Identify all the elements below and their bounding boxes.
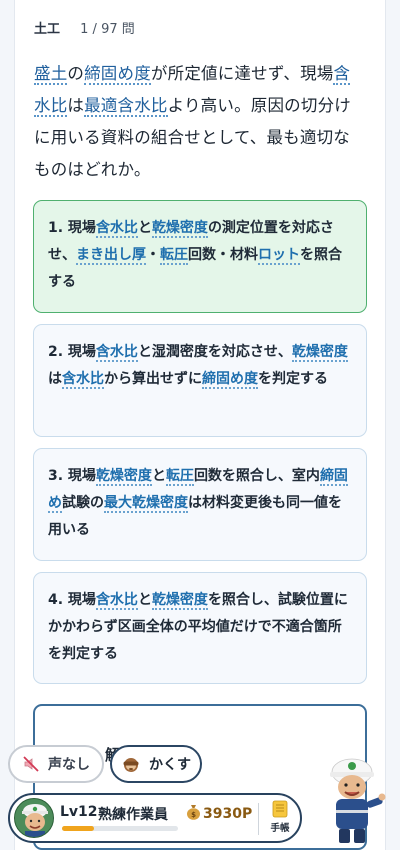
text-fragment: と <box>137 220 152 236</box>
option-2[interactable]: 2. 現場含水比と湿潤密度を対応させ、乾燥密度は含水比から算出せずに締固め度を判… <box>33 324 367 437</box>
glossary-term-link[interactable]: 乾燥密度 <box>291 344 348 362</box>
text-fragment: ・ <box>146 247 160 263</box>
text-fragment: から算出せずに <box>104 371 202 387</box>
glossary-term-link[interactable]: 転圧 <box>165 468 194 486</box>
glossary-term-link[interactable]: 乾燥密度 <box>95 468 152 486</box>
text-fragment: と <box>151 468 166 484</box>
text-fragment: 3. 現場 <box>48 468 96 484</box>
glossary-term-link[interactable]: 含水比 <box>62 371 104 389</box>
glossary-term-link[interactable]: 含水比 <box>95 592 138 610</box>
glossary-term-link[interactable]: まき出し厚 <box>76 247 146 265</box>
hide-label: かくす <box>149 757 191 773</box>
question-text: 盛土の締固め度が所定値に達せず、現場含水比は最適含水比より高い。原因の切分けに用… <box>34 58 366 186</box>
text-fragment: を判定する <box>258 371 328 387</box>
mascot-worker-illustration <box>326 752 386 846</box>
text-fragment: と <box>137 592 152 608</box>
text-fragment: は <box>48 371 62 387</box>
money-bag-icon: $ <box>186 804 201 824</box>
speaker-muted-icon <box>22 755 40 773</box>
glossary-term-link[interactable]: 転圧 <box>160 247 188 265</box>
glossary-term-link[interactable]: ロット <box>258 247 300 265</box>
mute-voice-label: 声なし <box>48 757 90 773</box>
text-fragment: 回数を照合し、室内 <box>193 468 320 484</box>
glossary-term-link[interactable]: 含水比 <box>95 344 138 362</box>
glossary-term-link[interactable]: 最適含水比 <box>84 96 168 117</box>
option-3[interactable]: 3. 現場乾燥密度と転圧回数を照合し、室内締固め試験の最大乾燥密度は材料変更後も… <box>33 448 367 561</box>
player-level: Lv12 <box>60 804 98 820</box>
notebook-icon <box>264 799 296 819</box>
question-counter: 1 / 97 問 <box>80 22 135 37</box>
text-fragment: と湿潤密度を対応させ、 <box>137 344 292 360</box>
see-no-evil-monkey-icon <box>121 755 141 773</box>
text-fragment: が所定値に達せず、現場 <box>150 64 334 83</box>
glossary-term-link[interactable]: 盛土 <box>34 64 68 85</box>
svg-text:$: $ <box>191 811 196 819</box>
status-divider <box>258 803 259 835</box>
glossary-term-link[interactable]: 最大乾燥密度 <box>104 495 188 513</box>
player-status-bar[interactable]: Lv12 熟練作業員 $ 3930P 手帳 <box>8 793 302 843</box>
text-fragment: 回数・材料 <box>188 247 258 263</box>
text-fragment: の <box>67 64 85 83</box>
points-display: $ 3930P <box>186 804 252 824</box>
glossary-term-link[interactable]: 乾燥密度 <box>151 220 208 238</box>
mute-voice-button[interactable]: 声なし <box>8 745 104 783</box>
xp-progress-bar <box>62 826 178 831</box>
text-fragment: は <box>67 96 85 115</box>
points-value: 3930P <box>203 806 253 822</box>
xp-progress-fill <box>62 826 95 831</box>
notebook-button[interactable]: 手帳 <box>264 799 296 834</box>
hide-button[interactable]: かくす <box>110 745 202 783</box>
category-label: 土工 <box>34 22 61 37</box>
notebook-label: 手帳 <box>270 823 290 834</box>
glossary-term-link[interactable]: 含水比 <box>95 220 138 238</box>
text-fragment: 4. 現場 <box>48 592 96 608</box>
glossary-term-link[interactable]: 乾燥密度 <box>151 592 208 610</box>
question-header: 土工 1 / 97 問 <box>34 18 135 37</box>
text-fragment: 2. 現場 <box>48 344 96 360</box>
text-fragment: 試験の <box>62 495 104 511</box>
option-4[interactable]: 4. 現場含水比と乾燥密度を照合し、試験位置にかかわらず区画全体の平均値だけで不… <box>33 572 367 684</box>
glossary-term-link[interactable]: 締固め度 <box>84 64 151 85</box>
text-fragment: 1. 現場 <box>48 220 96 236</box>
glossary-term-link[interactable]: 締固め度 <box>202 371 258 389</box>
option-1[interactable]: 1. 現場含水比と乾燥密度の測定位置を対応させ、まき出し厚・転圧回数・材料ロット… <box>33 200 367 313</box>
player-rank: 熟練作業員 <box>98 807 168 823</box>
avatar <box>14 798 54 838</box>
